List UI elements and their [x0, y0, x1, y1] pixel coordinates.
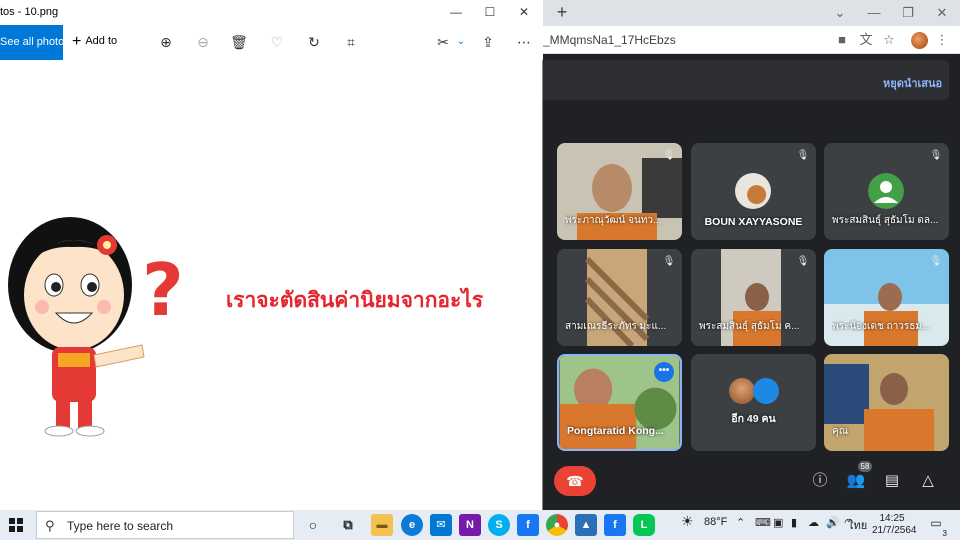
search-placeholder: Type here to search [67, 519, 174, 533]
see-all-photos-button[interactable]: See all photos [0, 25, 70, 60]
bookmark-star-icon[interactable]: ☆ [881, 32, 897, 48]
facebook-app-icon[interactable]: f [604, 514, 626, 536]
participant-name: พระภาณุวัฒน์ จนทว... [565, 215, 662, 226]
input-language[interactable]: ไทย [848, 516, 867, 534]
network-device-icon[interactable]: ⌨ [755, 516, 771, 529]
file-explorer-icon[interactable]: ▬ [371, 514, 393, 536]
favorite-heart-icon[interactable]: ♡ [268, 33, 286, 51]
meeting-details-icon[interactable]: ⓘ [810, 471, 830, 491]
crop-icon[interactable]: ⌗ [342, 33, 360, 51]
svg-text:?: ? [142, 248, 184, 332]
participant-name: พระสมสินธุ์ สุธัมโม ค... [699, 321, 800, 332]
image-caption-text: เราจะตัดสินค่านิยมจากอะไร [226, 288, 484, 312]
notification-center-icon[interactable]: ▭ 3 [927, 516, 947, 538]
add-to-button[interactable]: + Add to [72, 33, 117, 51]
clock-time: 14:25 [879, 513, 905, 524]
chrome-restore-icon[interactable]: ❐ [899, 4, 917, 22]
activities-icon[interactable]: △ [918, 471, 938, 491]
security-icon[interactable]: ▣ [773, 516, 783, 529]
avatar [753, 378, 779, 404]
task-view-icon[interactable]: ⧉ [337, 514, 359, 536]
participant-tile[interactable]: 🎙 สามเณรธีระภัทร มะแ... [557, 249, 682, 346]
participant-tile[interactable]: 🎙 พระน้องเดช ถาวรธม... [824, 249, 949, 346]
taskbar-search-box[interactable]: ⚲ Type here to search [36, 511, 294, 539]
add-to-label: Add to [85, 35, 118, 47]
weather-temp[interactable]: 88°F [704, 516, 727, 528]
onedrive-icon[interactable]: ☁ [808, 516, 819, 529]
mic-off-icon: 🎙 [796, 150, 810, 161]
chrome-menu-icon[interactable]: ⋮ [934, 32, 950, 48]
mic-off-icon: 🎙 [662, 150, 676, 161]
share-icon[interactable]: ⇪ [479, 33, 497, 51]
cortana-icon[interactable]: ○ [302, 514, 324, 536]
participant-count-badge: 58 [858, 461, 872, 472]
system-clock[interactable]: 14:25 21/7/2564 [872, 513, 917, 537]
windows-start-icon[interactable] [9, 518, 23, 532]
avatar [735, 173, 771, 209]
participant-tile[interactable]: 🎙 BOUN XAYYASONE [691, 143, 816, 240]
cartoon-girl-illustration: ? [8, 217, 184, 437]
zoom-in-icon[interactable]: ⊕ [157, 33, 175, 51]
volume-icon[interactable]: 🔊 [826, 516, 840, 529]
photos-app-icon[interactable]: ▲ [575, 514, 597, 536]
clock-date: 21/7/2564 [872, 525, 917, 536]
participant-name: BOUN XAYYASONE [704, 216, 803, 228]
avatar [729, 378, 755, 404]
participant-name: พระสมสินธุ์ สุธัมโม ดล... [832, 215, 939, 226]
mic-off-icon: 🎙 [929, 150, 943, 161]
new-tab-icon[interactable]: + [553, 3, 571, 21]
mail-icon[interactable]: ✉ [430, 514, 452, 536]
chrome-minimize-icon[interactable]: — [865, 4, 883, 22]
chevron-up-icon[interactable]: ⌃ [736, 516, 745, 529]
participant-tile[interactable]: คุณ [824, 354, 949, 451]
skype-icon[interactable]: S [488, 514, 510, 536]
battery-icon[interactable]: ▮ [791, 516, 797, 529]
rotate-icon[interactable]: ↻ [305, 33, 323, 51]
chrome-tab-search-icon[interactable]: ⌄ [831, 4, 849, 22]
chat-icon[interactable]: ▤ [882, 471, 902, 491]
participant-tile-active[interactable]: ••• Pongtaratid Kong... [557, 354, 682, 451]
avatar [868, 173, 904, 209]
participant-tile[interactable]: 🎙 พระภาณุวัฒน์ จนทว... [557, 143, 682, 240]
onenote-icon[interactable]: N [459, 514, 481, 536]
end-call-button[interactable]: ☎ [554, 466, 596, 496]
participant-name: คุณ [832, 426, 848, 437]
address-url[interactable]: _MMqmsNa1_17HcEbzs [543, 33, 676, 47]
more-participants-tile[interactable]: อีก 49 คน [691, 354, 816, 451]
camera-icon[interactable]: ■ [834, 32, 850, 48]
mic-off-icon: 🎙 [929, 256, 943, 267]
photos-maximize-icon[interactable]: ☐ [480, 3, 500, 21]
chrome-close-icon[interactable]: ✕ [933, 4, 951, 22]
edit-create-icon[interactable]: ✂ [434, 33, 452, 51]
mic-off-icon: 🎙 [662, 256, 676, 267]
more-icon[interactable]: ⋯ [515, 33, 533, 51]
participant-name: Pongtaratid Kong... [567, 425, 664, 437]
participant-name: สามเณรธีระภัทร มะแ... [565, 321, 667, 332]
people-icon[interactable]: 👥 [846, 471, 866, 491]
mic-off-icon: 🎙 [796, 256, 810, 267]
chevron-down-icon[interactable]: ⌄ [452, 33, 470, 51]
notification-count: 3 [942, 529, 947, 538]
stop-presenting-button[interactable]: หยุดนำเสนอ [883, 74, 942, 92]
delete-icon[interactable]: 🗑 [230, 33, 248, 51]
photos-window-title: tos - 10.png [0, 6, 59, 18]
profile-avatar[interactable] [911, 32, 928, 49]
facebook-icon[interactable]: f [517, 514, 539, 536]
line-icon[interactable]: L [633, 514, 655, 536]
photos-close-icon[interactable]: ✕ [514, 3, 534, 21]
participant-tile[interactable]: 🎙 พระสมสินธุ์ สุธัมโม ดล... [824, 143, 949, 240]
translate-icon[interactable]: 文 [858, 32, 874, 48]
weather-icon[interactable]: ☀ [681, 513, 694, 530]
plus-icon: + [72, 33, 82, 50]
chrome-icon[interactable]: ● [546, 514, 568, 536]
search-icon: ⚲ [45, 518, 55, 533]
photos-window: tos - 10.png — ☐ ✕ See all photos + Add t… [0, 0, 543, 510]
edge-icon[interactable]: e [401, 514, 423, 536]
participant-name: พระน้องเดช ถาวรธม... [832, 321, 931, 332]
more-participants-label: อีก 49 คน [731, 413, 776, 425]
photos-minimize-icon[interactable]: — [446, 3, 466, 21]
zoom-out-icon[interactable]: ⊖ [194, 33, 212, 51]
more-options-icon[interactable]: ••• [654, 362, 674, 382]
participant-tile[interactable]: 🎙 พระสมสินธุ์ สุธัมโม ค... [691, 249, 816, 346]
